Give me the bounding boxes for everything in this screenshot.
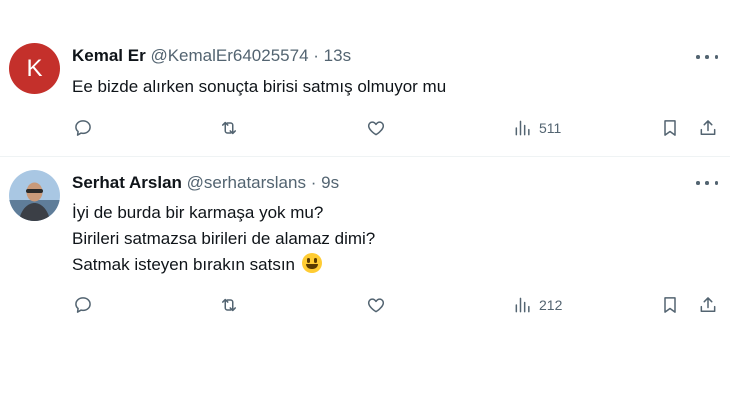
tweet-header: Serhat Arslan @serhatarslans · 9s	[72, 173, 339, 193]
views-button[interactable]: 212	[513, 293, 562, 317]
views-button[interactable]: 511	[513, 116, 561, 140]
retweet-button[interactable]	[219, 293, 239, 317]
separator: ·	[310, 173, 317, 192]
tweet-text: İyi de burda bir karmaşa yok mu? Biriler…	[72, 200, 375, 278]
user-handle[interactable]: @KemalEr64025574	[150, 46, 308, 65]
like-button[interactable]	[366, 116, 386, 140]
avatar[interactable]	[9, 170, 60, 221]
like-icon	[367, 121, 385, 136]
retweet-icon	[222, 121, 236, 135]
user-handle[interactable]: @serhatarslans	[187, 173, 306, 192]
share-button[interactable]	[698, 293, 718, 317]
avatar[interactable]: K	[9, 43, 60, 94]
views-count: 212	[539, 297, 563, 313]
views-icon	[515, 297, 530, 313]
tweet-line: Birileri satmazsa birileri de alamaz dim…	[72, 229, 376, 248]
tweet-line: İyi de burda bir karmaşa yok mu?	[72, 203, 324, 222]
tweet[interactable]: K Kemal Er @KemalEr64025574 · 13s Ee biz…	[0, 0, 730, 157]
bookmark-button[interactable]	[660, 293, 680, 317]
action-bar: 212	[0, 293, 730, 317]
tweet-line: Satmak isteyen bırakın satsın	[72, 255, 295, 274]
share-button[interactable]	[698, 116, 718, 140]
action-bar: 511	[0, 116, 730, 140]
views-count: 511	[539, 120, 562, 136]
share-icon	[700, 120, 716, 135]
retweet-icon	[222, 298, 236, 312]
bookmark-icon	[664, 297, 676, 313]
tweet-header: Kemal Er @KemalEr64025574 · 13s	[72, 46, 351, 66]
avatar-photo	[9, 170, 60, 221]
tweet-line: Ee bizde alırken sonuçta birisi satmış o…	[72, 77, 447, 96]
reply-button[interactable]	[73, 116, 93, 140]
tweet-text: Ee bizde alırken sonuçta birisi satmış o…	[72, 74, 446, 100]
user-name[interactable]: Serhat Arslan	[72, 173, 182, 192]
avatar-letter: K	[26, 54, 43, 82]
views-icon	[515, 120, 530, 136]
share-icon	[700, 297, 716, 312]
more-icon[interactable]	[696, 50, 718, 64]
bookmark-icon	[664, 120, 676, 136]
reply-button[interactable]	[73, 293, 93, 317]
like-icon	[367, 298, 385, 313]
grinning-face-emoji	[301, 253, 322, 273]
separator: ·	[313, 46, 319, 65]
bookmark-button[interactable]	[660, 116, 680, 140]
more-icon[interactable]	[696, 176, 718, 190]
timestamp[interactable]: 9s	[321, 173, 339, 192]
user-name[interactable]: Kemal Er	[72, 46, 146, 65]
retweet-button[interactable]	[219, 116, 239, 140]
like-button[interactable]	[366, 293, 386, 317]
reply-icon	[75, 297, 91, 313]
reply-icon	[75, 120, 91, 136]
timestamp[interactable]: 13s	[324, 46, 351, 65]
